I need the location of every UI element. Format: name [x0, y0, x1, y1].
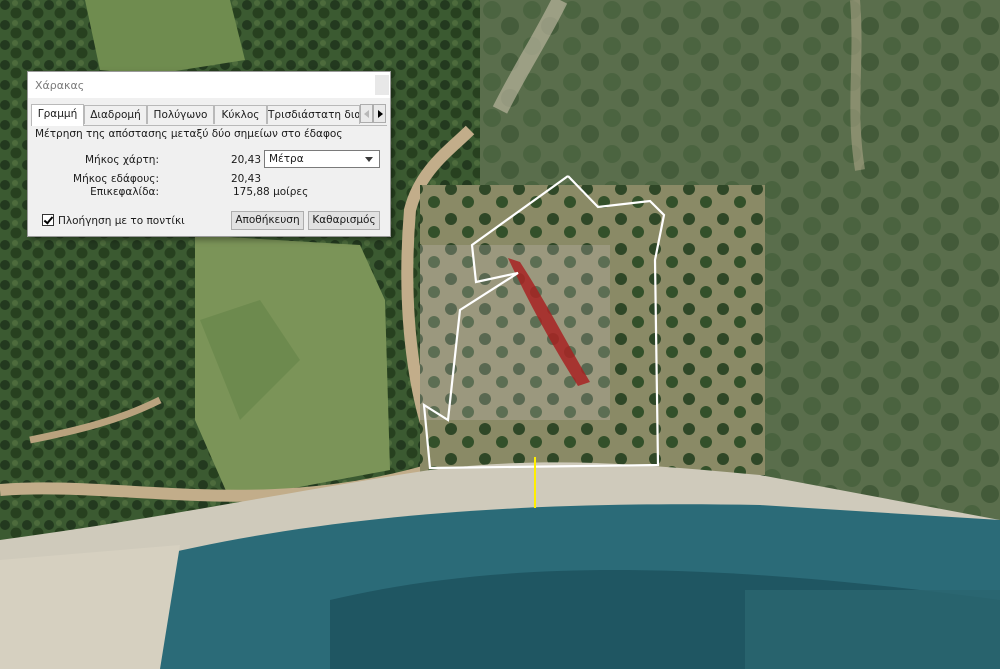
dialog-titlebar[interactable]: Χάρακας [28, 72, 390, 98]
tab-line[interactable]: Γραμμή [31, 104, 84, 126]
map-length-label: Μήκος χάρτη: [85, 154, 159, 166]
unit-select-value: Μέτρα [269, 153, 304, 165]
tab-polygon[interactable]: Πολύγωνο [147, 105, 214, 124]
tab-panel-line: Μέτρηση της απόστασης μεταξύ δύο σημείων… [31, 126, 387, 231]
titlebar-button[interactable] [375, 75, 389, 95]
tab-3d-path[interactable]: Τρισδιάστατη διαδρ [267, 105, 360, 124]
ruler-dialog: Χάρακας Γραμμή Διαδρομή Πολύγωνο Κύκλος … [27, 71, 391, 237]
heading-value: 175,88 μοίρες [233, 186, 309, 198]
chevron-right-icon [378, 110, 383, 118]
tab-bar: Γραμμή Διαδρομή Πολύγωνο Κύκλος Τρισδιάσ… [31, 104, 387, 126]
chevron-left-icon [364, 110, 369, 118]
tab-path[interactable]: Διαδρομή [84, 105, 147, 124]
chevron-down-icon [365, 157, 373, 162]
dialog-title: Χάρακας [35, 79, 85, 92]
map-length-value: 20,43 [230, 154, 261, 166]
mouse-navigation-label[interactable]: Πλοήγηση με το ποντίκι [58, 215, 185, 227]
checkmark-icon [43, 214, 54, 225]
save-button[interactable]: Αποθήκευση [231, 211, 304, 230]
tab-scroll-left-button[interactable] [360, 104, 373, 123]
clear-button[interactable]: Καθαρισμός [308, 211, 380, 230]
tab-circle[interactable]: Κύκλος [214, 105, 267, 124]
measure-description: Μέτρηση της απόστασης μεταξύ δύο σημείων… [35, 128, 343, 140]
ground-length-value: 20,43 [230, 173, 261, 185]
heading-label: Επικεφαλίδα: [90, 186, 159, 198]
unit-select[interactable]: Μέτρα [264, 150, 380, 168]
ground-length-label: Μήκος εδάφους: [73, 173, 159, 185]
tab-scroll-right-button[interactable] [373, 104, 386, 123]
mouse-navigation-checkbox[interactable] [42, 214, 54, 226]
